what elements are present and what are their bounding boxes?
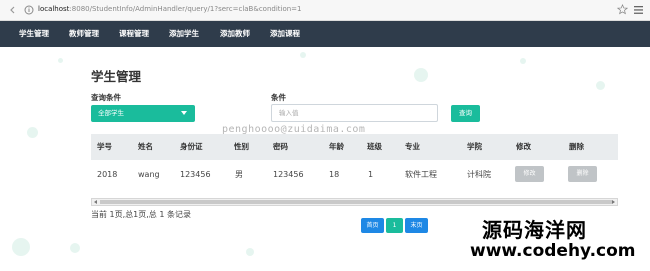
nav-add-course[interactable]: 添加课程	[270, 21, 300, 47]
decor-dot	[414, 68, 428, 82]
scrollbar-thumb[interactable]	[100, 200, 612, 204]
condition-input-placeholder: 输入值	[279, 109, 299, 117]
col-header-edit: 修改	[516, 142, 531, 151]
nav-add-student[interactable]: 添加学生	[169, 21, 199, 47]
col-header-gender: 性别	[234, 142, 249, 151]
nav-add-teacher[interactable]: 添加教师	[220, 21, 250, 47]
search-button[interactable]: 查询	[451, 105, 480, 122]
info-icon[interactable]	[24, 5, 34, 15]
browser-address-bar: localhost:8080/StudentInfo/AdminHandler/…	[0, 0, 650, 21]
decor-dot	[27, 127, 38, 138]
cell-password: 123456	[273, 170, 304, 179]
cell-id-card: 123456	[180, 170, 211, 179]
col-header-id-card: 身份证	[180, 142, 203, 151]
cell-id: 2018	[97, 170, 118, 179]
table-row: 2018 wang 123456 男 123456 18 1 软件工程 计科院 …	[91, 160, 618, 189]
chevron-down-icon	[181, 111, 187, 115]
cell-class: 1	[368, 170, 374, 179]
query-type-value: 全部学生	[98, 109, 124, 117]
brand-url: www.codehy.com	[470, 241, 636, 261]
cell-name: wang	[138, 170, 160, 179]
nav-course-management[interactable]: 课程管理	[119, 21, 149, 47]
cell-age: 18	[329, 170, 340, 179]
brand-cn: 源码海洋网	[482, 218, 587, 242]
main-navbar: 学生管理 教师管理 课程管理 添加学生 添加教师 添加课程	[0, 21, 650, 47]
decor-dot	[596, 81, 605, 90]
page-title: 学生管理	[91, 69, 142, 84]
delete-button[interactable]: 删除	[568, 166, 597, 182]
nav-teacher-management[interactable]: 教师管理	[69, 21, 99, 47]
decor-dot	[246, 248, 254, 256]
last-page-button[interactable]: 末页	[405, 218, 428, 233]
query-condition-label: 查询条件	[91, 93, 121, 102]
col-header-age: 年龄	[329, 142, 344, 151]
record-info: 当前 1页,总1页,总 1 条记录	[91, 210, 191, 219]
condition-input[interactable]: 输入值	[271, 104, 438, 122]
edit-button[interactable]: 修改	[515, 166, 544, 182]
query-type-select[interactable]: 全部学生	[91, 105, 195, 122]
page-number-button[interactable]: 1	[386, 218, 403, 233]
cell-major: 软件工程	[405, 170, 437, 179]
horizontal-scrollbar[interactable]	[91, 198, 618, 206]
condition-label: 条件	[271, 93, 286, 102]
col-header-name: 姓名	[138, 142, 153, 151]
decor-dot	[12, 238, 30, 256]
col-header-delete: 删除	[569, 142, 584, 151]
col-header-college: 学院	[467, 142, 482, 151]
table-header: 学号 姓名 身份证 性别 密码 年龄 班级 专业 学院 修改 删除	[91, 134, 618, 160]
col-header-class: 班级	[367, 142, 382, 151]
nav-student-management[interactable]: 学生管理	[19, 21, 49, 47]
decor-dot	[70, 243, 80, 253]
back-icon[interactable]	[8, 5, 18, 15]
browser-menu-icon[interactable]	[633, 5, 644, 15]
bookmark-star-icon[interactable]	[617, 4, 628, 15]
brand-watermark: 源码海洋网 www.codehy.com	[470, 214, 646, 266]
decor-dot	[300, 52, 306, 58]
scroll-left-icon[interactable]	[94, 200, 97, 204]
cell-college: 计科院	[467, 170, 491, 179]
col-header-id: 学号	[97, 142, 112, 151]
url-text[interactable]: localhost:8080/StudentInfo/AdminHandler/…	[38, 5, 302, 13]
scroll-right-icon[interactable]	[612, 200, 615, 204]
decor-dot	[58, 58, 63, 63]
col-header-password: 密码	[273, 142, 288, 151]
decor-dot	[520, 58, 526, 64]
first-page-button[interactable]: 首页	[361, 218, 384, 233]
cell-gender: 男	[235, 170, 243, 179]
col-header-major: 专业	[405, 142, 420, 151]
